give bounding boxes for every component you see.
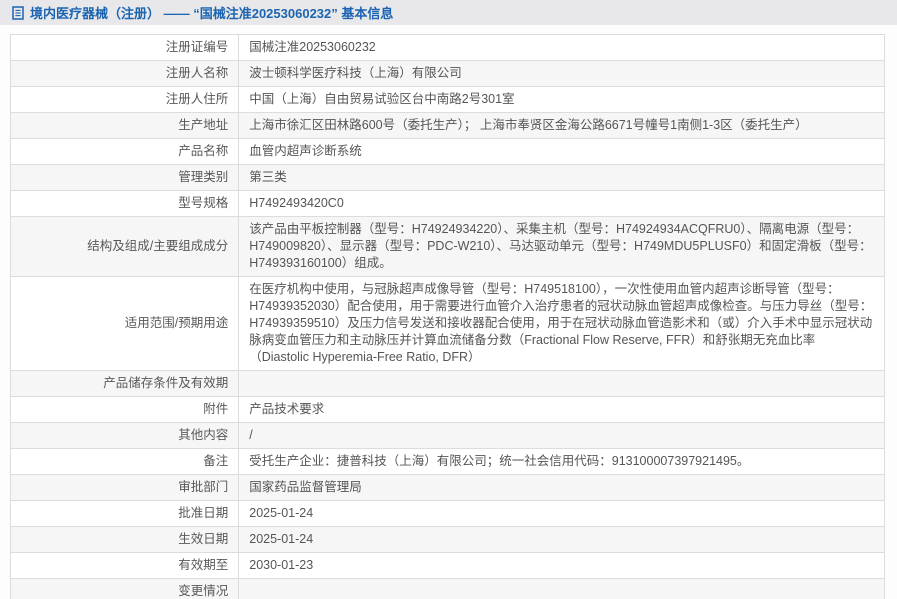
table-row: 产品名称 血管内超声诊断系统 [9, 138, 885, 165]
table-row: 备注 受托生产企业：捷普科技（上海）有限公司；统一社会信用代码：913100007… [9, 448, 885, 475]
row-label-text: 生效日期 [178, 532, 229, 546]
row-label-text: 注册证编号 [165, 40, 229, 54]
row-value: 波士顿科学医疗科技（上海）有限公司 [238, 60, 885, 87]
table-row: 有效期至 2030-01-23 [9, 552, 885, 579]
row-value: 2025-01-24 [238, 526, 885, 553]
registration-info-table: 注册证编号 国械注准20253060232 注册人名称 波士顿科学医疗科技（上海）有限… [9, 34, 885, 599]
row-label: 批准日期 [9, 500, 240, 527]
row-label: 变更情况 [9, 578, 240, 599]
row-value: 国家药品监督管理局 [238, 474, 885, 501]
document-icon [12, 5, 24, 20]
table-row: 批准日期 2025-01-24 [9, 500, 885, 527]
table-row: 管理类别 第三类 [9, 164, 885, 191]
table-row: 适用范围/预期用途 在医疗机构中使用，与冠脉超声成像导管（型号：H74951810… [9, 276, 885, 371]
row-label-text: 其他内容 [178, 428, 229, 442]
table-row: 生产地址 上海市徐汇区田林路600号（委托生产）； 上海市奉贤区金海公路6671号… [9, 112, 885, 139]
row-label-text: 管理类别 [178, 170, 229, 184]
table-row: 产品储存条件及有效期 [9, 370, 885, 397]
table-row: 型号规格 H7492493420C0 [9, 190, 885, 217]
row-label-text: 产品名称 [178, 144, 229, 158]
row-label: 备注 [9, 448, 240, 475]
row-label: 注册人住所 [9, 86, 240, 113]
page-header: 境内医疗器械（注册） —— “国械注准20253060232” 基本信息 [0, 0, 897, 25]
table-row: 其他内容 / [9, 422, 885, 449]
table-row: 审批部门 国家药品监督管理局 [9, 474, 885, 501]
row-label: 有效期至 [9, 552, 240, 579]
row-label: 结构及组成/主要组成成分 [9, 216, 240, 277]
row-label-text: 附件 [203, 402, 229, 416]
row-label: 生产地址 [9, 112, 240, 139]
row-label-text: 生产地址 [178, 118, 229, 132]
row-label-text: 型号规格 [178, 196, 229, 210]
row-label-text: 备注 [203, 454, 229, 468]
row-label-text: 注册人住所 [165, 92, 229, 106]
registration-info-table-container: 注册证编号 国械注准20253060232 注册人名称 波士顿科学医疗科技（上海）有限… [9, 34, 887, 599]
row-label: 型号规格 [9, 190, 240, 217]
row-value: 血管内超声诊断系统 [238, 138, 885, 165]
table-row: 注册人住所 中国（上海）自由贸易试验区台中南路2号301室 [9, 86, 885, 113]
row-label: 附件 [9, 396, 240, 423]
table-row: 附件 产品技术要求 [9, 396, 885, 423]
row-value [238, 370, 885, 397]
row-label-text: 适用范围/预期用途 [124, 316, 229, 330]
row-label: 产品储存条件及有效期 [9, 370, 240, 397]
table-row: 注册人名称 波士顿科学医疗科技（上海）有限公司 [9, 60, 885, 87]
row-label: 注册证编号 [9, 34, 240, 61]
row-label-text: 注册人名称 [165, 66, 229, 80]
table-row: 生效日期 2025-01-24 [9, 526, 885, 553]
table-row: 注册证编号 国械注准20253060232 [9, 34, 885, 61]
row-value: H7492493420C0 [238, 190, 885, 217]
row-label: 产品名称 [9, 138, 240, 165]
row-label-text: 产品储存条件及有效期 [103, 376, 229, 390]
page-title: 境内医疗器械（注册） —— “国械注准20253060232” 基本信息 [30, 6, 394, 21]
row-value: 第三类 [238, 164, 885, 191]
row-value: / [238, 422, 885, 449]
row-value: 中国（上海）自由贸易试验区台中南路2号301室 [238, 86, 885, 113]
row-value: 产品技术要求 [238, 396, 885, 423]
row-value: 2025-01-24 [238, 500, 885, 527]
row-value: 受托生产企业：捷普科技（上海）有限公司；统一社会信用代码：91310000739… [238, 448, 885, 475]
info-table-body: 注册证编号 国械注准20253060232 注册人名称 波士顿科学医疗科技（上海）有限… [9, 34, 885, 599]
row-label: 其他内容 [9, 422, 240, 449]
table-row: 变更情况 [9, 578, 885, 599]
row-label-text: 有效期至 [178, 558, 229, 572]
row-label-text: 批准日期 [178, 506, 229, 520]
row-value: 在医疗机构中使用，与冠脉超声成像导管（型号：H749518100），一次性使用血… [238, 276, 885, 371]
row-label: 适用范围/预期用途 [9, 276, 240, 371]
row-value: 上海市徐汇区田林路600号（委托生产）； 上海市奉贤区金海公路6671号幢号1南… [238, 112, 885, 139]
row-label: 注册人名称 [9, 60, 240, 87]
row-label-text: 结构及组成/主要组成成分 [87, 239, 229, 253]
row-value: 该产品由平板控制器（型号：H74924934220）、采集主机（型号：H7492… [238, 216, 885, 277]
row-value: 国械注准20253060232 [238, 34, 885, 61]
row-label-text: 审批部门 [178, 480, 229, 494]
row-value [238, 578, 885, 599]
table-row: 结构及组成/主要组成成分 该产品由平板控制器（型号：H74924934220）、采… [9, 216, 885, 277]
row-label: 审批部门 [9, 474, 240, 501]
row-label-text: 变更情况 [178, 584, 229, 598]
row-value: 2030-01-23 [238, 552, 885, 579]
row-label: 管理类别 [9, 164, 240, 191]
row-label: 生效日期 [9, 526, 240, 553]
